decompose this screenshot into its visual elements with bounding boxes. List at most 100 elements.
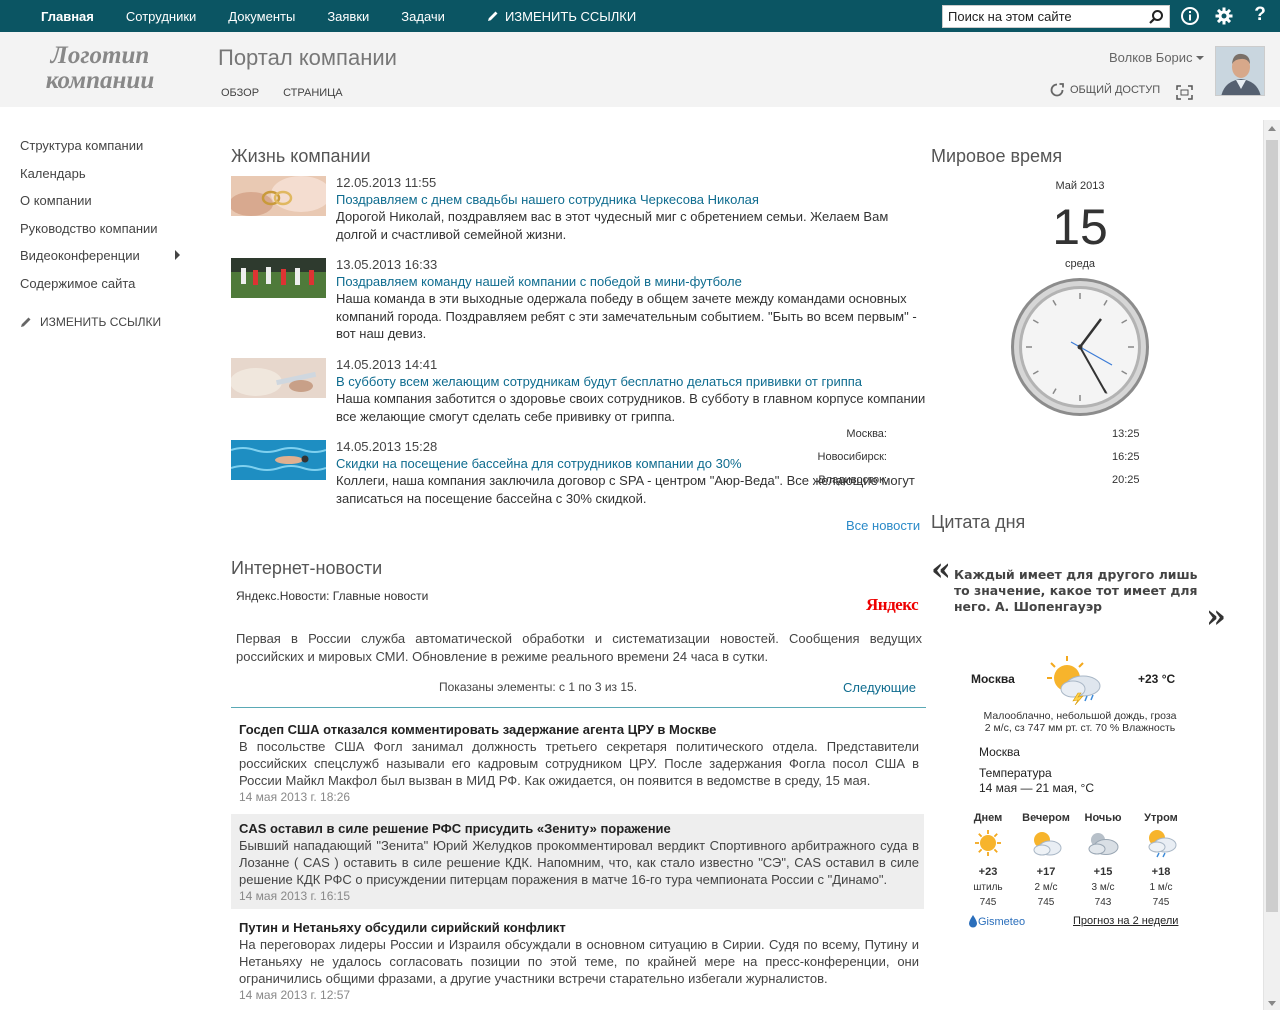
news-date: 14.05.2013 14:41 bbox=[336, 357, 438, 372]
scrollbar-thumb[interactable] bbox=[1266, 140, 1278, 912]
news-body: Наша команда в эти выходные одержала поб… bbox=[336, 291, 917, 341]
forecast-pressure: 745 bbox=[1037, 897, 1055, 908]
news-title-link[interactable]: Поздравляем команду нашей компании с поб… bbox=[336, 274, 742, 289]
analog-clock bbox=[1011, 278, 1149, 416]
all-news-link[interactable]: Все новости bbox=[846, 518, 920, 533]
gismeteo-label: Gismeteo bbox=[978, 915, 1026, 928]
share-button[interactable]: ОБЩИЙ ДОСТУП bbox=[1050, 83, 1160, 97]
city-name: Владивосток: bbox=[818, 474, 887, 486]
forecast-day: Вечером +17 2 м/с 745 bbox=[1018, 812, 1074, 910]
scroll-down-icon[interactable] bbox=[1268, 1001, 1276, 1006]
site-header: Логотип компании Портал компании ОБЗОР С… bbox=[0, 32, 1280, 107]
internet-news-headline[interactable]: CAS оставил в силе решение РФС присудить… bbox=[239, 821, 671, 836]
feed-name: Яндекс.Новости: Главные новости bbox=[236, 589, 429, 603]
quote-text: Каждый имеет для другого лишь то значени… bbox=[954, 567, 1198, 614]
city-name: Москва: bbox=[846, 428, 887, 440]
calendar-weekday: среда bbox=[1064, 258, 1096, 270]
forecast-pressure: 743 bbox=[1094, 897, 1112, 908]
internet-news-item: Путин и Нетаньяху обсудили сирийский кон… bbox=[231, 913, 924, 1008]
weather-city: Москва bbox=[971, 672, 1015, 686]
leftnav-edit-links[interactable]: ИЗМЕНИТЬ ССЫЛКИ bbox=[20, 315, 190, 329]
search-input[interactable] bbox=[943, 6, 1139, 27]
internet-news-item: CAS оставил в силе решение РФС присудить… bbox=[231, 814, 924, 909]
news-thumb-football[interactable] bbox=[231, 258, 326, 298]
search-icon[interactable] bbox=[1148, 9, 1164, 25]
subnav-page[interactable]: СТРАНИЦА bbox=[283, 87, 343, 99]
vertical-scrollbar[interactable] bbox=[1263, 120, 1280, 1010]
forecast-day: Утром +18 1 м/с 745 bbox=[1133, 812, 1189, 910]
avatar[interactable] bbox=[1215, 46, 1265, 96]
gismeteo-link[interactable]: Gismeteo bbox=[968, 915, 1025, 928]
top-nav-tasks[interactable]: Задачи bbox=[401, 9, 445, 24]
city-time: 13:25 bbox=[1112, 428, 1140, 440]
forecast-wind: 2 м/с bbox=[1034, 882, 1058, 893]
news-title-link[interactable]: Скидки на посещение бассейна для сотрудн… bbox=[336, 456, 742, 471]
subnav-overview[interactable]: ОБЗОР bbox=[221, 87, 259, 99]
leftnav-item-contents[interactable]: Содержимое сайта bbox=[20, 276, 190, 304]
user-name: Волков Борис bbox=[1109, 50, 1193, 65]
chevron-right-icon bbox=[175, 250, 180, 260]
forecast-range: Температура 14 мая — 21 мая, °C bbox=[979, 766, 1094, 796]
internet-news-item: Госдеп США отказался комментировать заде… bbox=[231, 715, 924, 810]
feed-description: Первая в России служба автоматической об… bbox=[236, 631, 922, 664]
pencil-icon bbox=[487, 11, 498, 21]
top-nav-employees[interactable]: Сотрудники bbox=[126, 9, 196, 24]
internet-news-date: 14 мая 2013 г. 12:57 bbox=[239, 988, 351, 1002]
leftnav-item-calendar[interactable]: Календарь bbox=[20, 166, 190, 194]
user-menu[interactable]: Волков Борис bbox=[1109, 50, 1204, 65]
leftnav-item-about[interactable]: О компании bbox=[20, 193, 190, 221]
forecast-pressure: 745 bbox=[1152, 897, 1170, 908]
company-logo[interactable]: Логотип компании bbox=[30, 43, 170, 93]
forecast-period: Днем bbox=[973, 812, 1003, 824]
help-icon[interactable]: ? bbox=[1250, 4, 1270, 25]
news-thumb-pool[interactable] bbox=[231, 440, 326, 480]
pager: Показаны элементы: с 1 по 3 из 15. Следу… bbox=[231, 680, 926, 708]
forecast-temp: +18 bbox=[1151, 866, 1171, 878]
top-nav: Главная Сотрудники Документы Заявки Зада… bbox=[0, 0, 636, 32]
news-thumb-rings[interactable] bbox=[231, 176, 326, 216]
yandex-logo[interactable]: Яндекс bbox=[866, 595, 919, 615]
pager-next-link[interactable]: Следующие bbox=[843, 680, 916, 695]
focus-content-icon[interactable] bbox=[1176, 85, 1193, 100]
company-news-title: Жизнь компании bbox=[231, 146, 371, 166]
two-week-forecast-link[interactable]: Прогноз на 2 недели bbox=[1073, 915, 1178, 927]
sun-cloud-storm-icon bbox=[1047, 656, 1101, 705]
top-nav-requests[interactable]: Заявки bbox=[327, 9, 369, 24]
internet-news-title: Интернет-новости bbox=[231, 558, 383, 578]
weather-desc-line-2: 2 м/с, сз 747 мм рт. ст. 70 % Влажность bbox=[984, 722, 1176, 734]
forecast-temp: +15 bbox=[1093, 866, 1113, 878]
top-edit-links-label: ИЗМЕНИТЬ ССЫЛКИ bbox=[504, 8, 637, 24]
leftnav-edit-links-label: ИЗМЕНИТЬ ССЫЛКИ bbox=[40, 315, 162, 329]
search-box bbox=[942, 5, 1170, 28]
internet-news-body: На переговорах лидеры России и Израиля о… bbox=[239, 937, 919, 986]
forecast-period: Вечером bbox=[1022, 812, 1070, 824]
top-nav-documents[interactable]: Документы bbox=[228, 9, 295, 24]
news-body: Дорогой Николай, поздравляем вас в этот … bbox=[336, 209, 889, 242]
scroll-up-icon[interactable] bbox=[1268, 126, 1276, 131]
drop-icon bbox=[969, 915, 977, 928]
leftnav-item-videoconf[interactable]: Видеоконференции bbox=[20, 248, 190, 276]
share-icon bbox=[1050, 83, 1064, 97]
news-thumb-vaccine[interactable] bbox=[231, 358, 326, 398]
logo-line-1: Логотип bbox=[50, 42, 150, 69]
internet-news-headline[interactable]: Госдеп США отказался комментировать заде… bbox=[239, 722, 716, 737]
forecast-wind: 3 м/с bbox=[1091, 882, 1115, 893]
left-navigation: Структура компании Календарь О компании … bbox=[20, 138, 190, 329]
news-title-link[interactable]: В субботу всем желающим сотрудникам буду… bbox=[336, 374, 862, 389]
sun-cloud-icon bbox=[1033, 832, 1062, 856]
site-title[interactable]: Портал компании bbox=[218, 45, 397, 71]
top-edit-links[interactable]: ИЗМЕНИТЬ ССЫЛКИ bbox=[487, 9, 636, 24]
leftnav-item-structure[interactable]: Структура компании bbox=[20, 138, 190, 166]
forecast-wind: 1 м/с bbox=[1149, 882, 1173, 893]
leftnav-item-management[interactable]: Руководство компании bbox=[20, 221, 190, 249]
gear-icon[interactable] bbox=[1214, 6, 1234, 26]
forecast-period: Утром bbox=[1144, 812, 1178, 824]
info-icon[interactable] bbox=[1180, 6, 1200, 26]
internet-news-headline[interactable]: Путин и Нетаньяху обсудили сирийский кон… bbox=[239, 920, 566, 935]
forecast-temp: +23 bbox=[978, 866, 998, 878]
news-title-link[interactable]: Поздравляем с днем свадьбы нашего сотруд… bbox=[336, 192, 759, 207]
calendar-day: 15 bbox=[1052, 199, 1108, 255]
top-nav-home[interactable]: Главная bbox=[41, 9, 94, 24]
forecast-temp: +17 bbox=[1036, 866, 1056, 878]
forecast-day: Днем +23 штиль 745 bbox=[960, 812, 1016, 910]
